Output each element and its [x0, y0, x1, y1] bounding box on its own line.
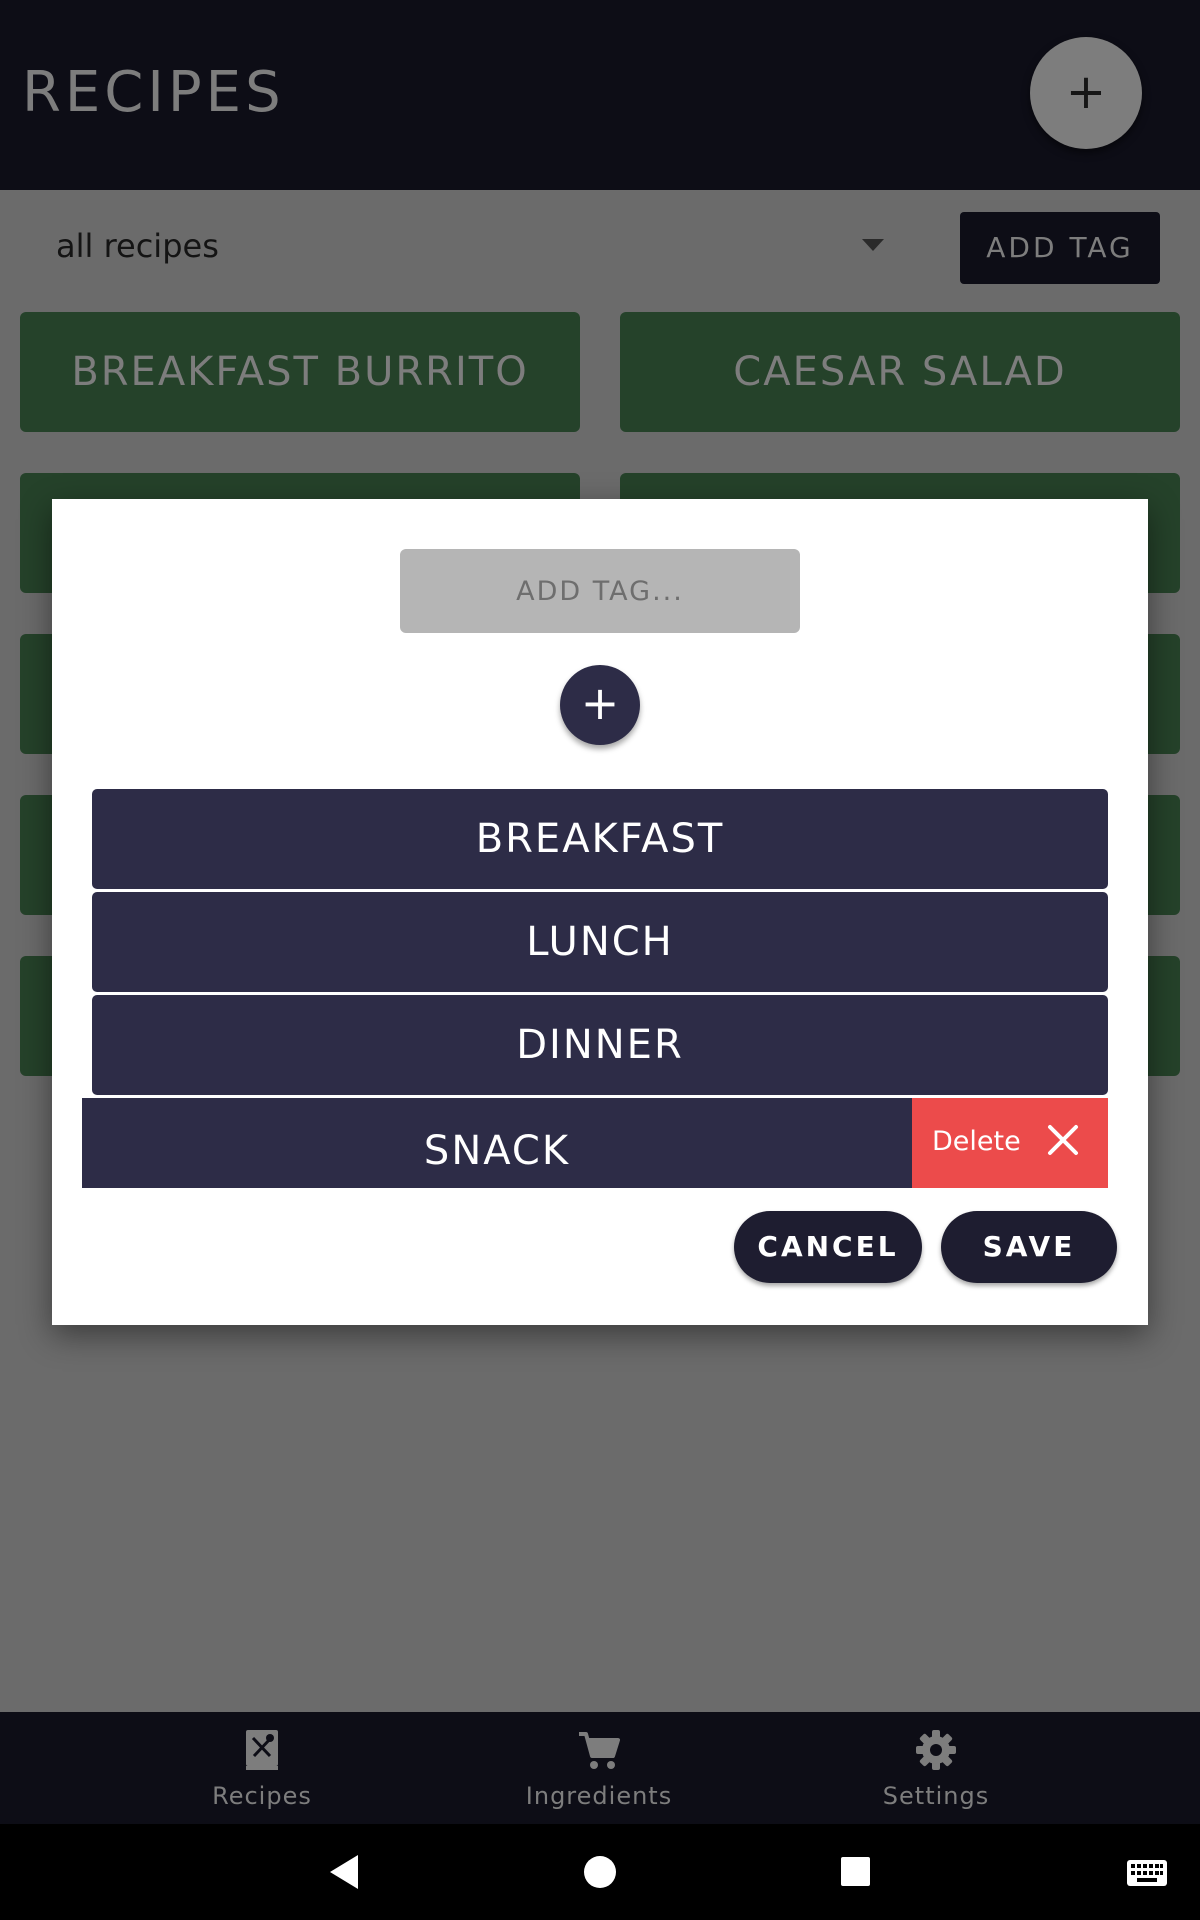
cancel-button[interactable]: CANCEL [734, 1211, 922, 1283]
recipe-book-icon [246, 1730, 278, 1770]
edit-tags-dialog: + BREAKFAST LUNCH DINNER SNACK Delete CA… [52, 499, 1148, 1325]
nav-item-settings[interactable]: Settings [816, 1712, 1056, 1824]
tag-filter-dropdown[interactable]: all recipes [22, 215, 902, 275]
save-button[interactable]: SAVE [941, 1211, 1117, 1283]
page-title: RECIPES [22, 60, 285, 125]
tag-item-dinner[interactable]: DINNER [92, 995, 1108, 1095]
cart-icon [579, 1732, 620, 1769]
tag-item-lunch[interactable]: LUNCH [92, 892, 1108, 992]
recipe-card[interactable]: BREAKFAST BURRITO [20, 312, 580, 432]
nav-label-recipes: Recipes [212, 1782, 312, 1810]
recipe-card[interactable]: CAESAR SALAD [620, 312, 1180, 432]
system-navigation-bar [0, 1824, 1200, 1920]
home-icon[interactable] [584, 1856, 616, 1888]
tag-item-snack-swiped: SNACK Delete [82, 1098, 1108, 1188]
recents-icon[interactable] [841, 1857, 870, 1886]
tag-item-breakfast[interactable]: BREAKFAST [92, 789, 1108, 889]
add-recipe-button[interactable]: + [1030, 37, 1142, 149]
gear-icon [916, 1730, 956, 1770]
nav-label-ingredients: Ingredients [525, 1782, 673, 1810]
tag-item-snack[interactable]: SNACK [82, 1098, 912, 1188]
bottom-navigation: Recipes Ingredients Settings [0, 1712, 1200, 1824]
delete-label: Delete [932, 1126, 1021, 1157]
nav-label-settings: Settings [882, 1782, 990, 1810]
back-icon[interactable] [330, 1855, 358, 1889]
app-header: RECIPES + [0, 0, 1200, 190]
add-tag-button[interactable]: ADD TAG [960, 212, 1160, 284]
nav-item-recipes[interactable]: Recipes [142, 1712, 382, 1824]
add-tag-confirm-button[interactable]: + [560, 665, 640, 745]
keyboard-icon[interactable] [1127, 1860, 1167, 1886]
filter-selected-value: all recipes [56, 227, 219, 265]
delete-tag-button[interactable]: Delete [912, 1098, 1108, 1188]
nav-item-ingredients[interactable]: Ingredients [479, 1712, 719, 1824]
add-tag-input[interactable] [400, 549, 800, 633]
chevron-down-icon [862, 239, 884, 251]
close-icon [1048, 1125, 1078, 1155]
